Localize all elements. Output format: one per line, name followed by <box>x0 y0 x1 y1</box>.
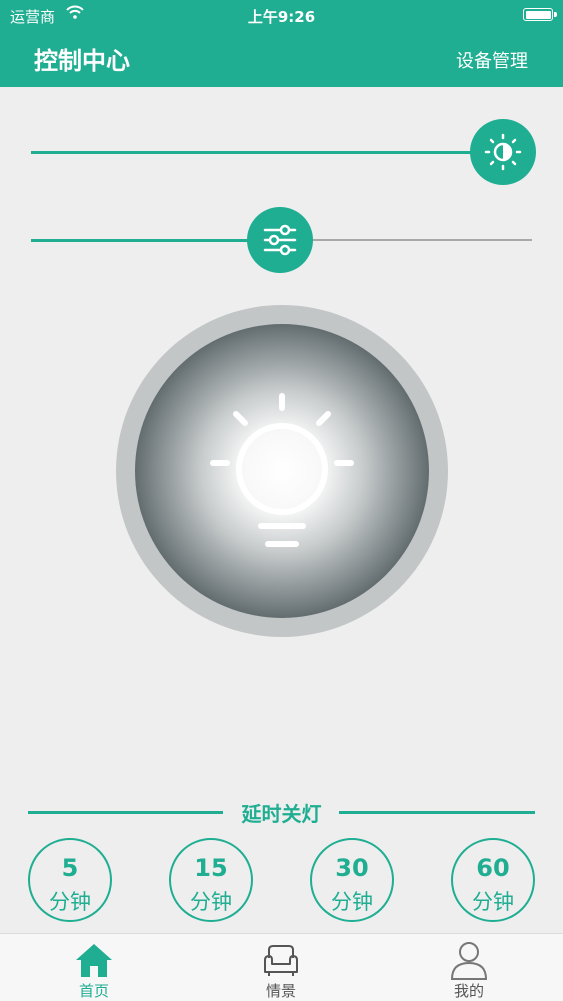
timer-value: 5 <box>61 854 79 882</box>
tab-home-label: 首页 <box>78 982 109 1000</box>
color-temperature-slider-handle[interactable] <box>247 207 313 273</box>
page-title: 控制中心 <box>34 47 130 75</box>
timer-unit: 分钟 <box>331 890 373 914</box>
user-icon <box>450 942 488 980</box>
timer-15min-button[interactable]: 15 分钟 <box>169 838 253 922</box>
color-temperature-slider[interactable] <box>31 207 532 273</box>
timer-5min-button[interactable]: 5 分钟 <box>28 838 112 922</box>
timer-unit: 分钟 <box>49 890 91 914</box>
status-bar: 运营商 上午9:26 <box>0 0 563 30</box>
tab-bar: 首页 情景 我的 <box>0 933 563 1001</box>
lightbulb-icon <box>210 393 354 547</box>
timer-unit: 分钟 <box>190 890 232 914</box>
tab-home[interactable]: 首页 <box>34 934 154 1001</box>
color-temperature-track-filled <box>31 239 281 242</box>
tab-profile[interactable]: 我的 <box>409 934 529 1001</box>
brightness-slider-handle[interactable] <box>470 119 536 185</box>
home-icon <box>76 944 112 977</box>
timer-value: 60 <box>476 854 510 882</box>
tab-scenes-label: 情景 <box>265 982 296 1000</box>
timer-unit: 分钟 <box>472 890 514 914</box>
top-bar: 运营商 上午9:26 控制中心 设备管理 <box>0 0 563 87</box>
brightness-slider[interactable] <box>31 119 536 185</box>
sofa-icon <box>264 945 298 976</box>
tab-scenes[interactable]: 情景 <box>221 934 341 1001</box>
timer-30min-button[interactable]: 30 分钟 <box>310 838 394 922</box>
status-time: 上午9:26 <box>247 8 316 26</box>
color-temperature-track-empty <box>281 239 532 241</box>
timer-value: 30 <box>335 854 369 882</box>
tab-profile-label: 我的 <box>453 982 484 1000</box>
timer-value: 15 <box>194 854 228 882</box>
device-management-button[interactable]: 设备管理 <box>456 47 528 73</box>
brightness-track-filled <box>31 151 501 154</box>
brightness-icon <box>484 133 522 171</box>
adjust-sliders-icon <box>263 224 297 256</box>
battery-icon <box>523 8 557 21</box>
timer-60min-button[interactable]: 60 分钟 <box>451 838 535 922</box>
delay-off-title: 延时关灯 <box>241 802 322 826</box>
